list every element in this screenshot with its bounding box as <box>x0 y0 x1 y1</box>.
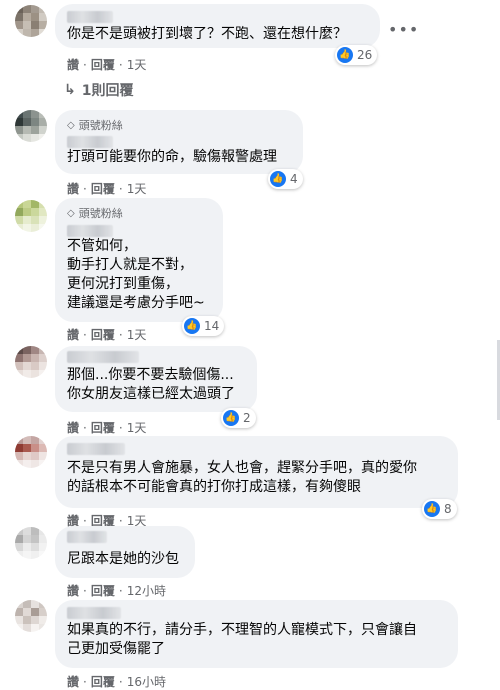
diamond-icon: ◇ <box>67 119 75 131</box>
comment-text: 打頭可能要你的命，驗傷報警處理 <box>67 149 277 165</box>
comment-text: 那個...你要不要去驗個傷... 你女朋友這樣已經太過頭了 <box>67 367 235 402</box>
reaction-count[interactable]: 👍 2 <box>221 408 256 428</box>
top-fan-badge: ◇ 頭號粉絲 <box>67 119 123 132</box>
comment-text: 如果真的不行，請分手，不理智的人寵模式下，只會讓自 己更加受傷罷了 <box>67 622 417 657</box>
author-name[interactable] <box>67 531 107 543</box>
reaction-count[interactable]: 👍 14 <box>182 316 225 336</box>
author-name[interactable] <box>67 225 113 237</box>
author-name[interactable] <box>67 136 113 148</box>
more-icon[interactable]: ••• <box>388 20 419 39</box>
avatar[interactable] <box>15 436 47 468</box>
reply-link[interactable]: 回覆 <box>91 582 115 599</box>
reply-link[interactable]: 回覆 <box>91 673 115 690</box>
reaction-count[interactable]: 👍 26 <box>335 45 378 65</box>
comment-bubble: 你是不是頭被打到壞了？不跑、還在想什麼？ <box>55 4 380 48</box>
avatar[interactable] <box>15 527 47 559</box>
reply-link[interactable]: 回覆 <box>91 180 115 197</box>
like-link[interactable]: 讚 <box>67 326 79 343</box>
reaction-count[interactable]: 👍 8 <box>422 499 457 519</box>
timestamp[interactable]: 16小時 <box>127 673 166 690</box>
comment-actions: 讚 · 回覆 · 1天 <box>67 419 147 436</box>
comment-bubble: 尼跟本是她的沙包 <box>55 526 195 578</box>
comment-bubble: ◇ 頭號粉絲 打頭可能要你的命，驗傷報警處理 <box>55 110 303 174</box>
comment-actions: 讚 · 回覆 · 16小時 <box>67 673 166 690</box>
comment-actions: 讚 · 回覆 · 1天 <box>67 326 147 343</box>
timestamp[interactable]: 12小時 <box>127 582 166 599</box>
avatar[interactable] <box>15 200 47 232</box>
comment-text: 不是只有男人會施暴，女人也會，趕緊分手吧，真的愛你 的話根本不可能會真的打你打成… <box>67 460 417 495</box>
reply-link[interactable]: 回覆 <box>91 56 115 73</box>
like-link[interactable]: 讚 <box>67 582 79 599</box>
timestamp[interactable]: 1天 <box>127 56 147 73</box>
comment-actions: 讚 · 回覆 · 1天 <box>67 180 147 197</box>
author-name[interactable] <box>67 351 139 363</box>
thumbs-up-icon: 👍 <box>337 47 353 63</box>
avatar[interactable] <box>15 5 47 37</box>
reaction-count[interactable]: 👍 4 <box>268 169 303 189</box>
like-link[interactable]: 讚 <box>67 673 79 690</box>
thumbs-up-icon: 👍 <box>424 501 440 517</box>
comment-bubble: 如果真的不行，請分手，不理智的人寵模式下，只會讓自 己更加受傷罷了 <box>55 600 458 668</box>
timestamp[interactable]: 1天 <box>127 419 147 436</box>
author-name[interactable] <box>67 607 121 619</box>
comment-text: 你是不是頭被打到壞了？不跑、還在想什麼？ <box>67 26 347 42</box>
thumbs-up-icon: 👍 <box>270 171 286 187</box>
thumbs-up-icon: 👍 <box>223 410 239 426</box>
comment-actions: 讚 · 回覆 · 1天 <box>67 56 147 73</box>
avatar[interactable] <box>15 346 47 378</box>
avatar[interactable] <box>15 110 47 142</box>
reply-link[interactable]: 回覆 <box>91 419 115 436</box>
reply-arrow-icon: ↳ <box>64 82 76 98</box>
comment-bubble: ◇ 頭號粉絲 不管如何， 動手打人就是不對， 更何況打到重傷， 建議還是考慮分手… <box>55 198 223 322</box>
like-link[interactable]: 讚 <box>67 180 79 197</box>
view-replies-link[interactable]: ↳ 1則回覆 <box>64 80 133 100</box>
comment-text: 不管如何， 動手打人就是不對， 更何況打到重傷， 建議還是考慮分手吧~ <box>67 238 205 311</box>
like-link[interactable]: 讚 <box>67 56 79 73</box>
like-link[interactable]: 讚 <box>67 419 79 436</box>
thumbs-up-icon: 👍 <box>184 318 200 334</box>
comment-bubble: 不是只有男人會施暴，女人也會，趕緊分手吧，真的愛你 的話根本不可能會真的打你打成… <box>55 436 458 508</box>
author-name[interactable] <box>67 11 113 23</box>
comment-actions: 讚 · 回覆 · 12小時 <box>67 582 166 599</box>
avatar[interactable] <box>15 600 47 632</box>
timestamp[interactable]: 1天 <box>127 180 147 197</box>
timestamp[interactable]: 1天 <box>127 326 147 343</box>
diamond-icon: ◇ <box>67 207 75 219</box>
comment-text: 尼跟本是她的沙包 <box>67 551 179 567</box>
reply-link[interactable]: 回覆 <box>91 326 115 343</box>
comment-bubble: 那個...你要不要去驗個傷... 你女朋友這樣已經太過頭了 <box>55 346 257 412</box>
author-name[interactable] <box>67 443 125 455</box>
top-fan-badge: ◇ 頭號粉絲 <box>67 207 123 220</box>
